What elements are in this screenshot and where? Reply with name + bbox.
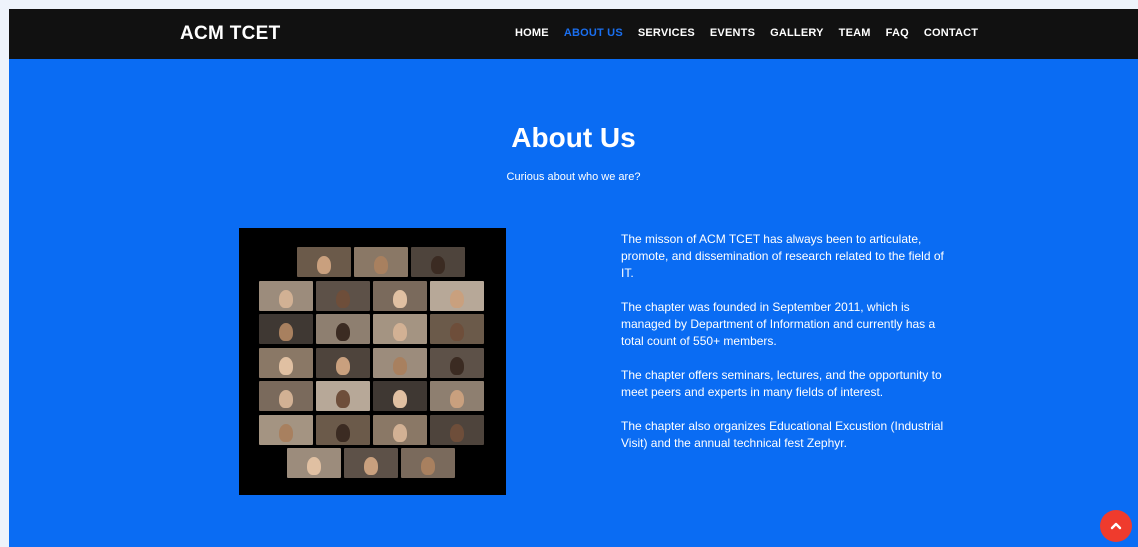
nav-events[interactable]: EVENTS [710,27,755,39]
participant-figure [393,289,407,308]
participant-figure [393,356,407,375]
group-video-call-photo [239,228,506,495]
participant-figure [279,356,293,375]
participant-tile [344,448,398,478]
participant-figure [450,323,464,341]
participant-tile [259,381,313,411]
about-paragraph: The chapter offers seminars, lectures, a… [621,368,942,399]
participant-tile [373,280,427,311]
participant-tile [411,247,465,277]
participant-figure [336,289,350,308]
participant-figure [336,390,350,408]
participant-figure [279,423,293,442]
nav-about-us[interactable]: ABOUT US [564,27,623,39]
about-paragraph: The misson of ACM TCET has always been t… [621,232,944,280]
page-frame: ACM TCET HOME ABOUT US SERVICES EVENTS G… [9,9,1138,547]
nav-gallery[interactable]: GALLERY [770,27,824,39]
participant-tile [259,314,313,344]
participant-figure [393,390,407,408]
participant-tile [316,347,370,378]
participant-tile [287,448,341,478]
main-nav: HOME ABOUT US SERVICES EVENTS GALLERY TE… [515,27,978,39]
participant-figure [450,289,464,308]
participant-figure [421,457,435,475]
navbar: ACM TCET HOME ABOUT US SERVICES EVENTS G… [9,9,1138,59]
section-title: About Us [511,122,636,153]
participant-tile [354,247,408,277]
about-description: The misson of ACM TCET has always been t… [621,231,946,469]
participant-tile [259,280,313,311]
nav-home[interactable]: HOME [515,27,549,39]
nav-services[interactable]: SERVICES [638,27,695,39]
participant-tile [430,414,484,445]
participant-figure [307,457,321,475]
nav-team[interactable]: TEAM [839,27,871,39]
participant-figure [317,256,331,274]
about-paragraph: The chapter was founded in September 201… [621,300,936,348]
participant-tile [373,347,427,378]
participant-figure [364,457,378,475]
participant-tile [430,347,484,378]
participant-tile [373,414,427,445]
participant-tile [430,381,484,411]
participant-tile [316,280,370,311]
participant-figure [374,256,388,274]
participant-figure [450,423,464,442]
about-paragraph: The chapter also organizes Educational E… [621,419,944,450]
participant-figure [336,423,350,442]
section-subtitle: Curious about who we are? [506,171,641,183]
participant-tile [316,314,370,344]
participant-figure [279,390,293,408]
participant-figure [450,356,464,375]
participant-figure [279,323,293,341]
chevron-up-icon [1110,522,1122,530]
nav-faq[interactable]: FAQ [886,27,909,39]
participant-tile [297,247,351,277]
participant-tile [430,280,484,311]
participant-figure [431,256,445,274]
participant-tile [373,314,427,344]
participant-figure [393,423,407,442]
participant-tile [259,414,313,445]
participant-figure [450,390,464,408]
participant-figure [336,323,350,341]
participant-figure [393,323,407,341]
participant-tile [316,414,370,445]
participant-figure [279,289,293,308]
participant-tile [259,347,313,378]
participant-tile [430,314,484,344]
brand-logo[interactable]: ACM TCET [180,23,281,45]
nav-contact[interactable]: CONTACT [924,27,978,39]
participant-figure [336,356,350,375]
participant-tile [373,381,427,411]
participant-tile [316,381,370,411]
participant-tile [401,448,455,478]
scroll-to-top-button[interactable] [1100,510,1132,542]
